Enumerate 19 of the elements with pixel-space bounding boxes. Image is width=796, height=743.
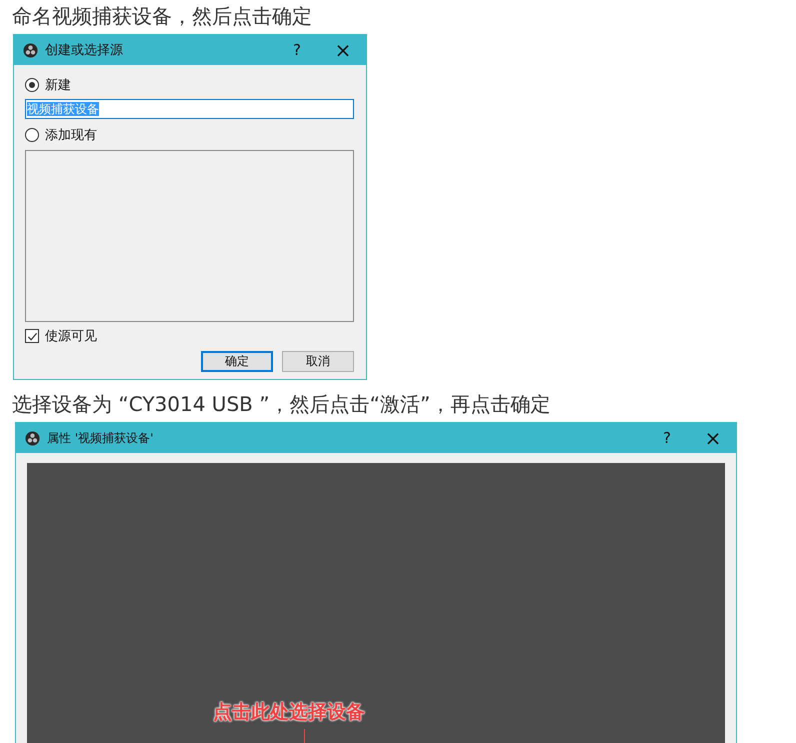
close-button[interactable]: ×: [690, 423, 736, 453]
radio-label: 添加现有: [45, 127, 97, 144]
checkbox[interactable]: [25, 329, 39, 343]
ok-button[interactable]: 确定: [201, 351, 273, 372]
help-button[interactable]: ?: [644, 423, 690, 453]
window-title: 创建或选择源: [45, 42, 124, 59]
checkbox-label: 使源可见: [45, 328, 97, 345]
radio-button[interactable]: [25, 128, 39, 142]
help-button[interactable]: ?: [274, 35, 320, 65]
close-button[interactable]: ×: [320, 35, 366, 65]
app-logo-icon: [23, 42, 38, 58]
app-logo-icon: [25, 430, 40, 446]
annotation-text: 点击此处选择设备: [213, 700, 365, 725]
cancel-button[interactable]: 取消: [282, 351, 354, 372]
instruction-text: 命名视频捕获设备，然后点击确定: [12, 3, 313, 30]
instruction-text: 选择设备为 “CY3014 USB ”，然后点击“激活”，再点击确定: [12, 391, 552, 418]
radio-button[interactable]: [25, 78, 39, 92]
window-title: 属性 '视频捕获设备': [47, 430, 154, 446]
radio-label: 新建: [45, 77, 71, 94]
